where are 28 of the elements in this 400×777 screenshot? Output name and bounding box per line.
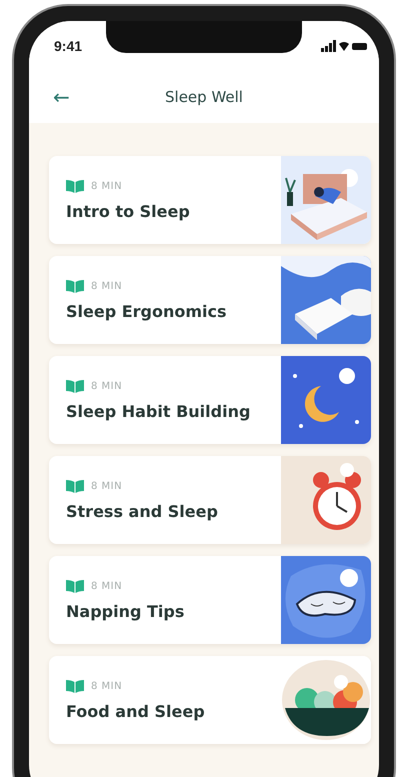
duration-label: 8 MIN <box>91 280 122 292</box>
lesson-title: Food and Sleep <box>66 702 206 720</box>
duration-label: 8 MIN <box>91 680 122 692</box>
duration-label: 8 MIN <box>91 180 122 192</box>
book-icon <box>66 580 84 592</box>
duration-label: 8 MIN <box>91 580 122 592</box>
book-icon <box>66 380 84 392</box>
lesson-card[interactable]: 8 MIN Sleep Ergonomics <box>49 256 371 344</box>
book-icon <box>66 280 84 292</box>
lesson-card[interactable]: 8 MIN Food and Sleep <box>49 656 371 744</box>
lesson-card[interactable]: 8 MIN Intro to Sleep <box>49 156 371 244</box>
lesson-card[interactable]: 8 MIN Sleep Habit Building <box>49 356 371 444</box>
lesson-title: Sleep Ergonomics <box>66 302 228 320</box>
lesson-title: Sleep Habit Building <box>66 402 252 420</box>
lesson-title: Stress and Sleep <box>66 502 219 520</box>
duration-label: 8 MIN <box>91 480 122 492</box>
book-icon <box>66 680 84 692</box>
lesson-card[interactable]: 8 MIN Napping Tips <box>49 556 371 644</box>
lesson-card[interactable]: 8 MIN Stress and Sleep <box>49 456 371 544</box>
status-time: 9:41 <box>54 38 82 54</box>
book-icon <box>66 480 84 492</box>
status-icons <box>321 40 367 52</box>
duration-label: 8 MIN <box>91 380 122 392</box>
screen-title: Sleep Well <box>165 88 243 106</box>
book-icon <box>66 180 84 192</box>
lesson-title: Napping Tips <box>66 602 186 620</box>
lesson-title: Intro to Sleep <box>66 202 191 220</box>
back-button[interactable]: ← <box>49 85 74 109</box>
